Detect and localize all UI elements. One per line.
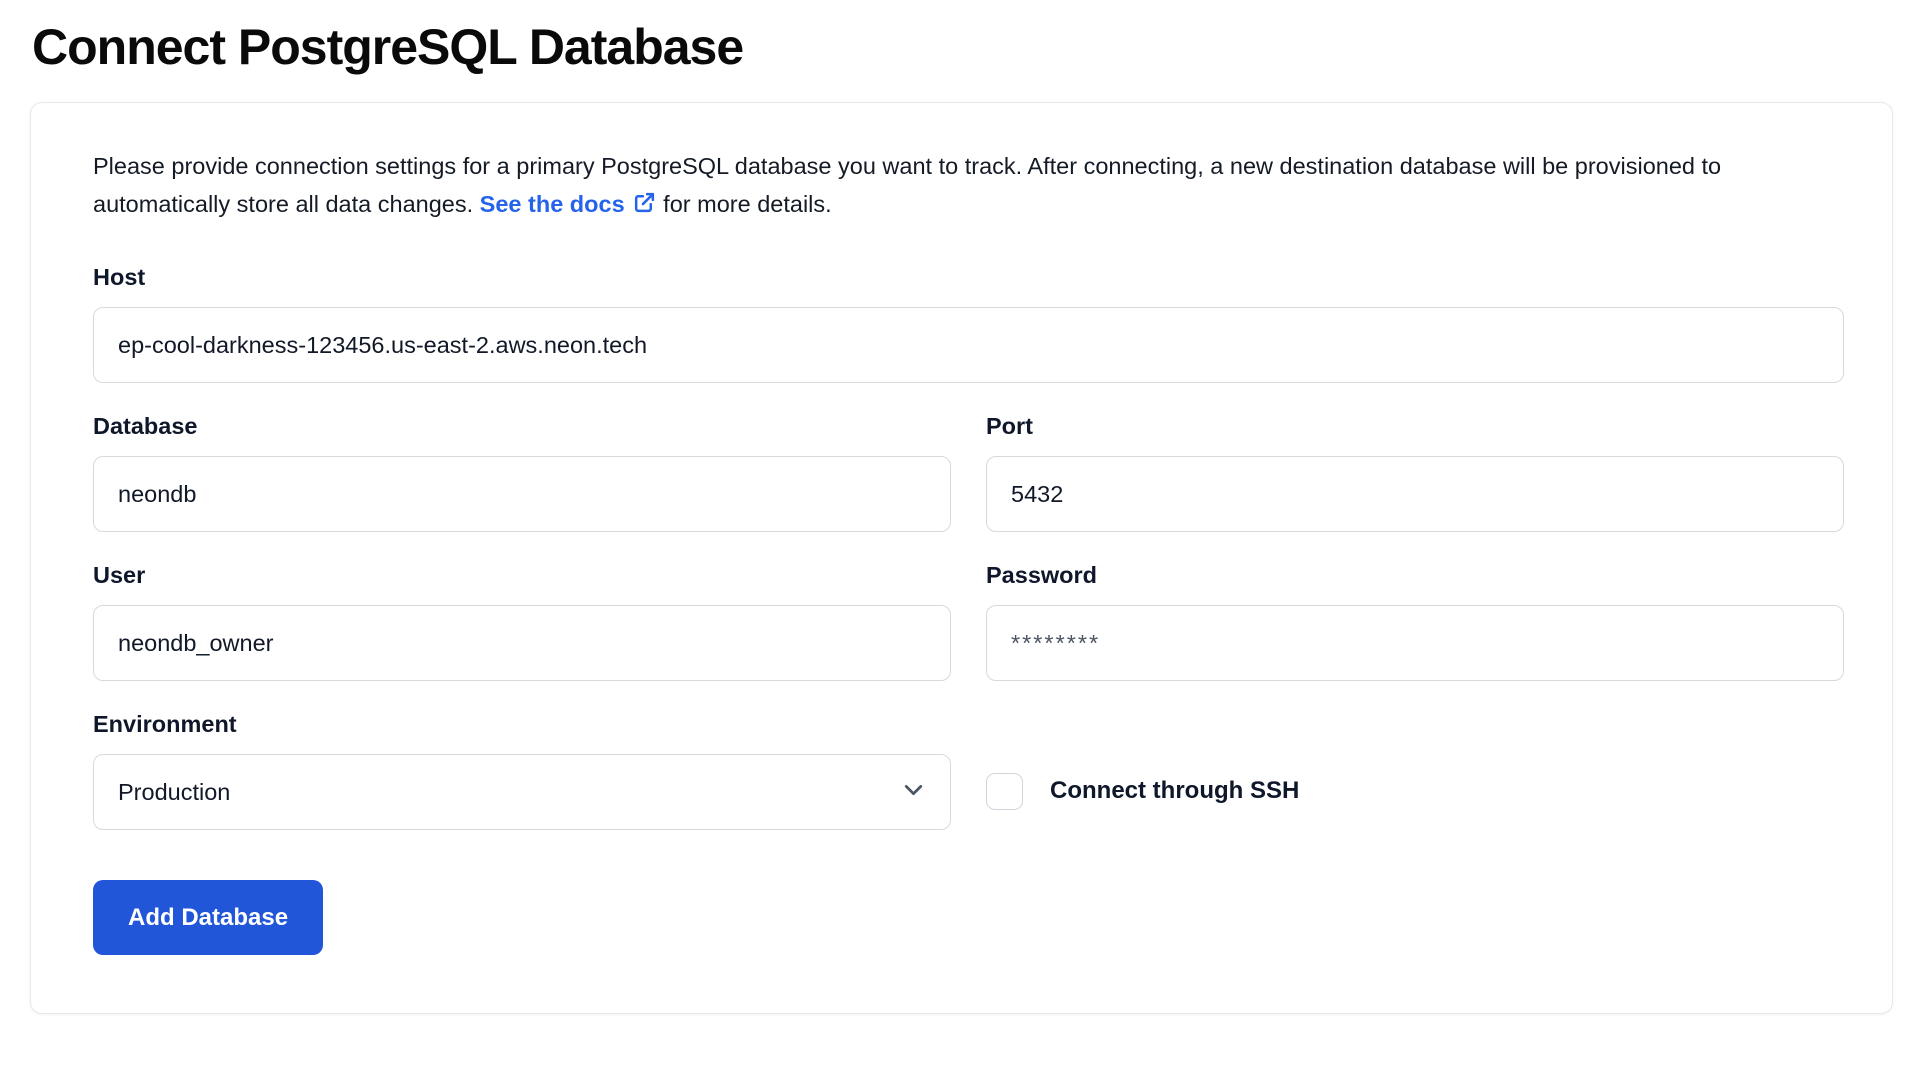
add-database-button[interactable]: Add Database (93, 880, 323, 955)
user-label: User (93, 562, 951, 589)
see-the-docs-link[interactable]: See the docs (480, 191, 657, 217)
intro-text-after-link: for more details. (657, 191, 832, 217)
host-field-row: Host (93, 264, 1844, 383)
ssh-checkbox-label: Connect through SSH (1050, 777, 1299, 805)
environment-field: Environment Production (93, 711, 951, 830)
user-password-row: User Password (93, 562, 1844, 681)
password-label: Password (986, 562, 1844, 589)
user-input[interactable] (93, 605, 951, 681)
database-field: Database (93, 413, 951, 532)
user-field: User (93, 562, 951, 681)
database-label: Database (93, 413, 951, 440)
intro-text: Please provide connection settings for a… (93, 147, 1793, 226)
host-input[interactable] (93, 307, 1844, 383)
intro-text-before-link: Please provide connection settings for a… (93, 153, 1721, 217)
port-label: Port (986, 413, 1844, 440)
password-field: Password (986, 562, 1844, 681)
see-the-docs-link-label: See the docs (480, 191, 625, 217)
database-input[interactable] (93, 456, 951, 532)
port-input[interactable] (986, 456, 1844, 532)
environment-select[interactable]: Production (93, 754, 951, 830)
port-field: Port (986, 413, 1844, 532)
host-label: Host (93, 264, 1844, 291)
ssh-field: Connect through SSH (986, 752, 1844, 830)
environment-label: Environment (93, 711, 951, 738)
environment-ssh-row: Environment Production Connect through S… (93, 711, 1844, 830)
environment-selected-value: Production (118, 779, 230, 806)
ssh-checkbox[interactable] (986, 773, 1023, 810)
database-port-row: Database Port (93, 413, 1844, 532)
connection-form-card: Please provide connection settings for a… (30, 102, 1893, 1014)
password-input[interactable] (986, 605, 1844, 681)
chevron-down-icon (901, 777, 926, 808)
external-link-icon (632, 188, 657, 226)
page-title: Connect PostgreSQL Database (32, 18, 1920, 76)
